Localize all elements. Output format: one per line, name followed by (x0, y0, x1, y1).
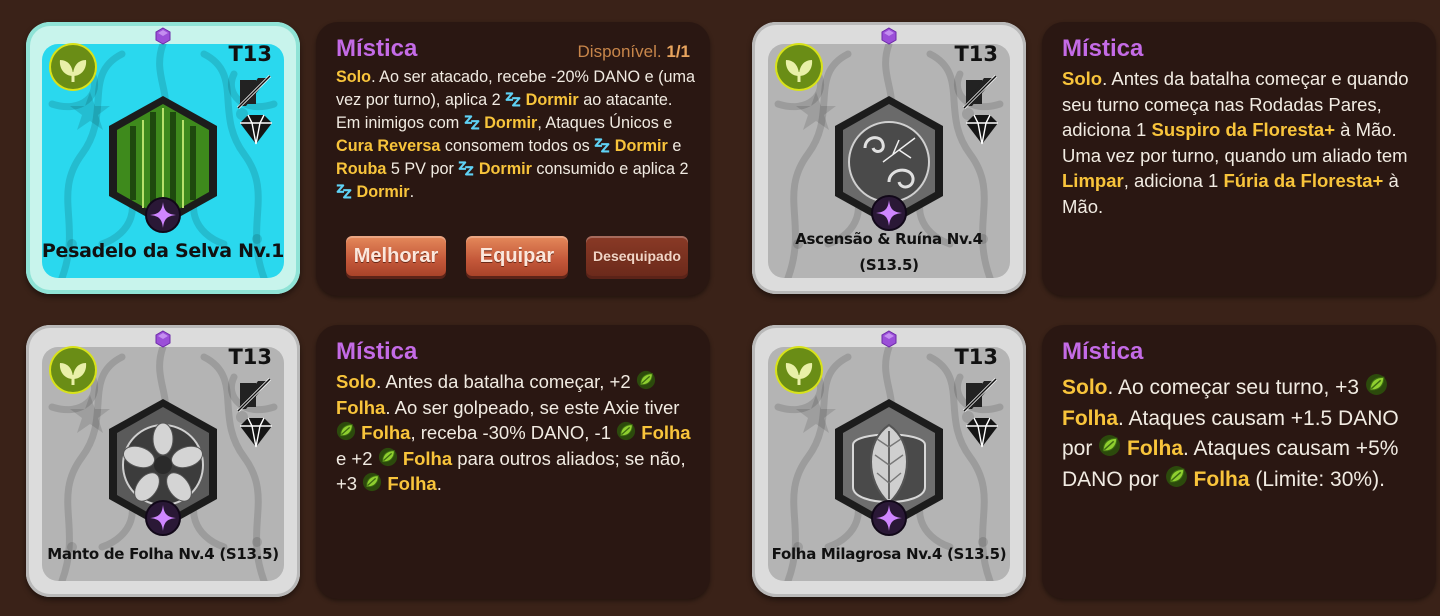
mystic-star-icon (870, 194, 908, 232)
card-season: (S13.5) (859, 256, 919, 274)
tier-label: T13 (228, 42, 272, 66)
sleep-icon (464, 114, 480, 130)
purple-gem-icon (880, 27, 898, 45)
purple-gem-icon (154, 330, 172, 348)
leaf-icon (362, 472, 382, 492)
card-description: Solo. Ao começar seu turno, +3 Folha. At… (1062, 373, 1424, 495)
leaf-icon (378, 447, 398, 467)
leaf-icon (336, 421, 356, 441)
item-card-pesadelo[interactable]: T13 Pesadelo da Selva Nv.1 (26, 22, 300, 294)
mystic-star-icon (144, 196, 182, 234)
diamond-icon (962, 112, 1002, 146)
item-card-ascensao[interactable]: T13 Ascensão & Ruína Nv.4 (S13.5) (752, 22, 1026, 294)
diamond-icon (962, 415, 1002, 449)
card-description-panel: Mística Solo. Antes da batalha começar e… (1042, 22, 1436, 296)
unequip-button[interactable]: Desequipado (586, 236, 688, 276)
card-description-panel: Mística Solo. Ao começar seu turno, +3 F… (1042, 325, 1436, 599)
equip-button[interactable]: Equipar (466, 236, 568, 276)
sleep-icon (594, 137, 610, 153)
plant-class-icon (49, 43, 97, 91)
card-description: Solo. Antes da batalha começar, +2 Folha… (336, 370, 691, 495)
sleep-icon (458, 160, 474, 176)
no-attack-icon (960, 74, 1000, 110)
rarity-title: Mística (1062, 338, 1144, 365)
sleep-icon (505, 91, 521, 107)
tier-label: T13 (954, 42, 998, 66)
card-description-panel: Mística Solo. Antes da batalha começar, … (316, 325, 710, 599)
item-card-folha-milagrosa[interactable]: T13 Folha Milagrosa Nv.4 (S13.5) (752, 325, 1026, 597)
card-description: Solo. Antes da batalha começar e quando … (1062, 68, 1409, 217)
leaf-icon (636, 370, 656, 390)
sleep-icon (336, 183, 352, 199)
card-description-panel: Mística Disponível. 1/1 Solo. Ao ser ata… (316, 22, 710, 296)
upgrade-button[interactable]: Melhorar (346, 236, 446, 276)
tier-label: T13 (954, 345, 998, 369)
leaf-icon (1098, 434, 1121, 457)
leaf-icon (1365, 373, 1388, 396)
item-card-manto[interactable]: T13 Manto de Folha Nv.4 (S13.5) (26, 325, 300, 597)
no-attack-icon (234, 74, 274, 110)
card-description: Solo. Ao ser atacado, recebe -20% DANO e… (336, 68, 695, 201)
rarity-title: Mística (336, 35, 418, 62)
rarity-title: Mística (1062, 35, 1144, 62)
card-name: Ascensão & Ruína Nv.4 (795, 230, 983, 248)
plant-class-icon (775, 346, 823, 394)
mystic-star-icon (870, 499, 908, 537)
no-attack-icon (234, 377, 274, 413)
plant-class-icon (49, 346, 97, 394)
card-name: Manto de Folha Nv.4 (S13.5) (47, 545, 279, 563)
leaf-icon (1165, 465, 1188, 488)
availability: Disponível. 1/1 (577, 42, 690, 61)
leaf-icon (616, 421, 636, 441)
purple-gem-icon (154, 27, 172, 45)
plant-class-icon (775, 43, 823, 91)
diamond-icon (236, 415, 276, 449)
purple-gem-icon (880, 330, 898, 348)
diamond-icon (236, 112, 276, 146)
mystic-star-icon (144, 499, 182, 537)
tier-label: T13 (228, 345, 272, 369)
no-attack-icon (960, 377, 1000, 413)
card-name: Pesadelo da Selva Nv.1 (41, 240, 285, 262)
rarity-title: Mística (336, 338, 418, 365)
card-name: Folha Milagrosa Nv.4 (S13.5) (771, 545, 1007, 563)
